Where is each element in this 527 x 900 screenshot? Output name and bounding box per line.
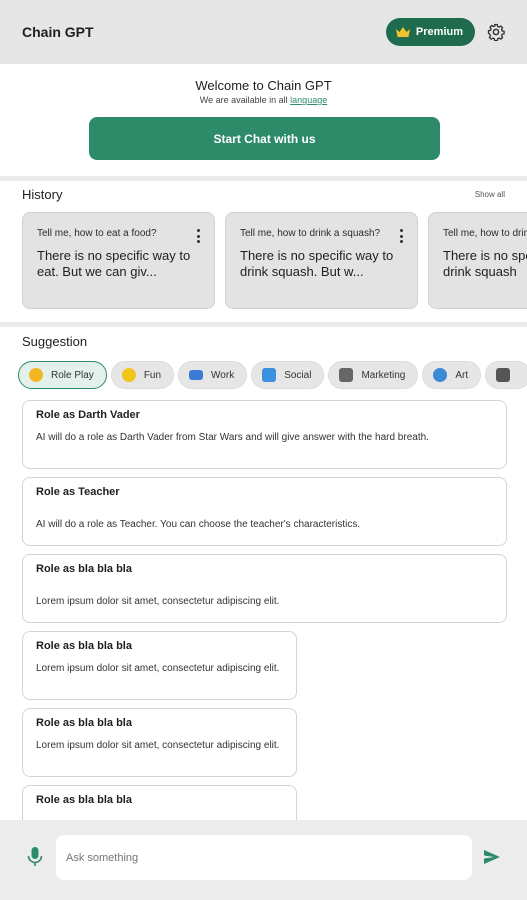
suggestion-card-title: Role as Darth Vader — [36, 409, 140, 421]
history-question: Tell me, how to eat a food? — [37, 228, 157, 239]
history-card[interactable]: Tell me, how to drink a squash? There is… — [225, 212, 418, 309]
laptop-icon — [189, 370, 204, 380]
chip-education[interactable] — [485, 361, 527, 389]
chip-fun[interactable]: Fun — [110, 361, 175, 389]
chip-label: Fun — [143, 369, 162, 381]
suggestion-card-title: Role as Teacher — [36, 486, 120, 498]
history-answer: There is no specific way to eat. But we … — [37, 248, 191, 279]
gear-icon[interactable] — [487, 23, 505, 41]
suggestion-list: Role as Darth Vader AI will do a role as… — [22, 400, 507, 862]
more-options-icon[interactable] — [196, 229, 200, 243]
suggestion-card-desc: Lorem ipsum dolor sit amet, consectetur … — [36, 740, 280, 751]
suggestion-card[interactable]: Role as Teacher AI will do a role as Tea… — [22, 477, 507, 546]
composer-bar — [0, 820, 527, 900]
store-icon — [339, 368, 354, 382]
laugh-icon — [121, 368, 136, 382]
chip-art[interactable]: Art — [422, 361, 482, 389]
history-answer: There is no specific way to drink squash… — [240, 248, 394, 279]
history-card[interactable]: Tell me, how to eat a food? There is no … — [22, 212, 215, 309]
history-question: Tell me, how to drink a squash? — [443, 228, 527, 239]
chip-social[interactable]: Social — [251, 361, 325, 389]
premium-label: Premium — [415, 26, 463, 38]
suggestion-card[interactable]: Role as bla bla bla Lorem ipsum dolor si… — [22, 708, 297, 777]
show-all-link[interactable]: Show all — [475, 190, 505, 199]
chip-label: Marketing — [361, 369, 406, 381]
microphone-icon[interactable] — [27, 847, 43, 867]
history-answer: There is no specific way to drink squash — [443, 248, 527, 279]
crown-icon — [395, 27, 410, 37]
suggestion-card-desc: Lorem ipsum dolor sit amet, consectetur … — [36, 596, 280, 607]
suggestion-card[interactable]: Role as Darth Vader AI will do a role as… — [22, 400, 507, 469]
face-icon — [29, 368, 43, 382]
send-icon[interactable] — [484, 850, 500, 864]
more-options-icon[interactable] — [399, 229, 403, 243]
chip-role-play[interactable]: Role Play — [18, 361, 107, 389]
suggestion-card-title: Role as bla bla bla — [36, 794, 132, 806]
welcome-subtitle-text: We are available in all — [199, 95, 288, 105]
suggestion-card-desc: AI will do a role as Darth Vader from St… — [36, 432, 429, 443]
chip-marketing[interactable]: Marketing — [328, 361, 419, 389]
suggestion-card-title: Role as bla bla bla — [36, 563, 132, 575]
suggestion-card-title: Role as bla bla bla — [36, 717, 132, 729]
chat-icon — [262, 368, 277, 382]
history-card[interactable]: Tell me, how to drink a squash? There is… — [428, 212, 527, 309]
chip-label: Social — [284, 369, 312, 381]
history-section: History Show all Tell me, how to eat a f… — [0, 181, 527, 322]
chip-label: Work — [211, 369, 235, 381]
ask-input[interactable] — [56, 835, 472, 880]
divider — [0, 322, 527, 327]
language-link[interactable]: language — [290, 95, 327, 105]
top-bar: Chain GPT Premium — [0, 0, 527, 64]
chip-label: Role Play — [51, 369, 94, 381]
history-title: History — [22, 187, 63, 202]
app-title: Chain GPT — [22, 24, 94, 40]
welcome-subtitle: We are available in all language — [0, 95, 527, 105]
palette-icon — [433, 368, 448, 382]
suggestion-card[interactable]: Role as bla bla bla Lorem ipsum dolor si… — [22, 554, 507, 623]
grad-cap-icon — [496, 368, 511, 382]
suggestion-card-desc: Lorem ipsum dolor sit amet, consectetur … — [36, 663, 280, 674]
welcome-title: Welcome to Chain GPT — [195, 78, 332, 93]
premium-button[interactable]: Premium — [385, 18, 475, 46]
start-chat-button[interactable]: Start Chat with us — [89, 117, 440, 160]
history-question: Tell me, how to drink a squash? — [240, 228, 381, 239]
suggestion-card-title: Role as bla bla bla — [36, 640, 132, 652]
chip-work[interactable]: Work — [178, 361, 248, 389]
suggestion-title: Suggestion — [22, 334, 88, 349]
chip-label: Art — [455, 369, 469, 381]
welcome-section: Welcome to Chain GPT We are available in… — [0, 64, 527, 176]
suggestion-card-desc: AI will do a role as Teacher. You can ch… — [36, 519, 361, 530]
category-chips: Role Play Fun Work Social Marketing Art — [18, 361, 527, 389]
suggestion-card[interactable]: Role as bla bla bla Lorem ipsum dolor si… — [22, 631, 297, 700]
